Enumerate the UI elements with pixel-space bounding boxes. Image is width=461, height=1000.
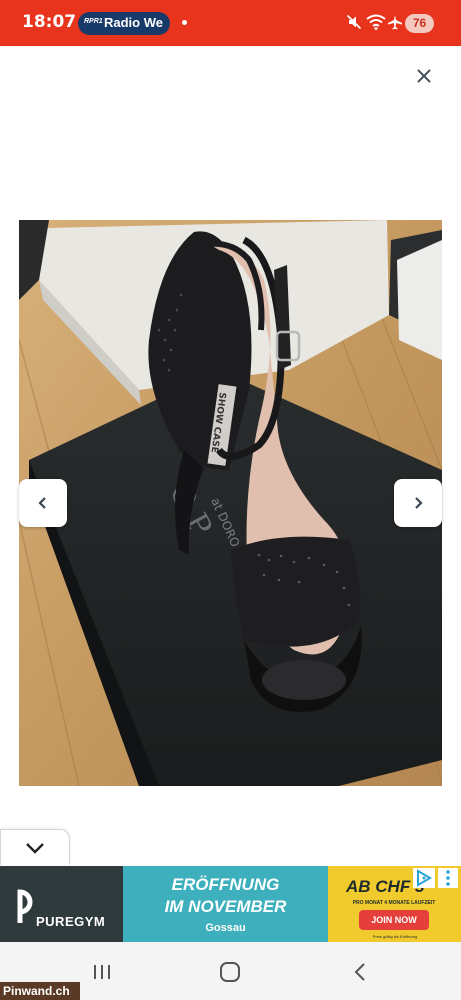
more-vertical-icon (446, 870, 450, 886)
ad-headline-line2: IM NOVEMBER (164, 897, 287, 916)
ad-location: Gossau (205, 922, 246, 934)
wifi-icon (366, 14, 386, 30)
ad-legal: Preis gültig bis Eröffnung (372, 934, 418, 939)
status-bar: 18:07 RPR1 Radio We 76 (0, 0, 461, 46)
ad-headline-line1: ERÖFFNUNG (171, 875, 280, 894)
chevron-left-icon (38, 497, 46, 509)
mute-icon (346, 14, 362, 30)
battery-icon: 76 (405, 14, 434, 33)
puregym-logo-icon (17, 889, 33, 923)
shoe-photo-image: O P at DORO SHOW CASE (19, 220, 442, 786)
airplane-icon (388, 15, 402, 30)
ad-options-button[interactable] (438, 868, 458, 888)
back-icon (354, 963, 365, 981)
close-button[interactable] (410, 62, 438, 90)
home-button[interactable] (216, 958, 244, 986)
chevron-down-icon (26, 842, 44, 854)
close-icon (417, 69, 431, 83)
recents-icon (94, 965, 110, 979)
notification-dot-icon (182, 20, 187, 25)
radio-notification-pill[interactable]: RPR1 Radio We (78, 12, 170, 35)
ad-banner[interactable]: PUREGYM ERÖFFNUNG IM NOVEMBER Gossau AB … (0, 866, 461, 942)
battery-level: 76 (412, 16, 427, 30)
next-image-button[interactable] (394, 479, 442, 527)
radio-logo: RPR1 (84, 18, 103, 25)
chevron-right-icon (415, 497, 423, 509)
adchoices-button[interactable] (413, 868, 435, 888)
ad-fine-print: PRO MONAT 4 MONATE LAUFZEIT (352, 900, 436, 906)
home-icon (220, 962, 240, 982)
adchoices-icon (417, 869, 432, 887)
join-now-button[interactable]: JOIN NOW (359, 910, 429, 930)
listing-photo[interactable]: O P at DORO SHOW CASE (19, 220, 442, 786)
back-button[interactable] (346, 958, 374, 986)
radio-label: Radio We (104, 15, 163, 30)
ad-brand-panel: PUREGYM (0, 866, 123, 942)
previous-image-button[interactable] (19, 479, 67, 527)
status-time: 18:07 (22, 12, 77, 32)
collapse-ad-tab[interactable] (0, 829, 70, 865)
recents-button[interactable] (88, 958, 116, 986)
watermark: Pinwand.ch (0, 982, 80, 1000)
screen: 18:07 RPR1 Radio We 76 P at DORO SHOW CA… (0, 0, 461, 1000)
ad-message-panel: ERÖFFNUNG IM NOVEMBER Gossau (123, 866, 328, 942)
ad-brand: PUREGYM (36, 914, 106, 929)
